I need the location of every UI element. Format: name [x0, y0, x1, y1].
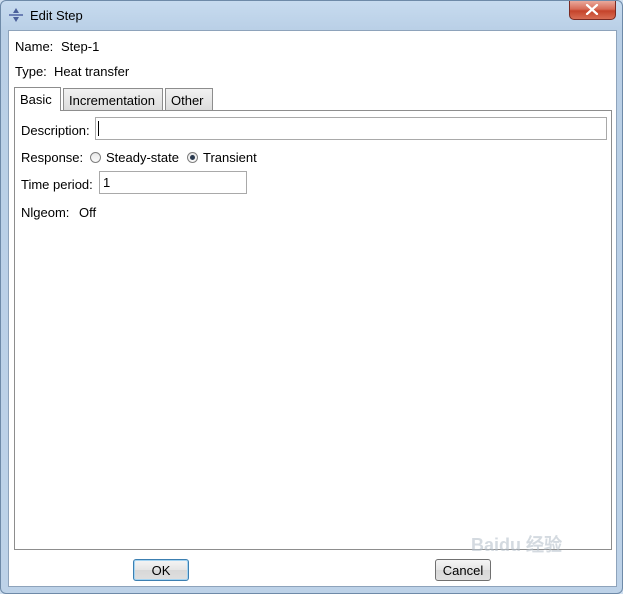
watermark: Baidu 经验 [471, 535, 563, 555]
time-period-label: Time period: [21, 177, 93, 192]
nlgeom-label: Nlgeom: [21, 205, 70, 220]
dialog-body: Name: Step-1 Type: Heat transfer Basic I… [8, 30, 617, 587]
tab-basic[interactable]: Basic [14, 87, 61, 111]
close-icon [585, 4, 599, 15]
name-label: Name: [15, 39, 54, 54]
ok-button[interactable]: OK [133, 559, 189, 581]
app-icon [8, 7, 24, 23]
ok-button-label: OK [151, 563, 171, 578]
edit-step-dialog: Edit Step Name: Step-1 Type: Heat transf… [0, 0, 623, 594]
tab-incrementation-label: Incrementation [69, 93, 155, 108]
response-label: Response: [21, 150, 84, 165]
cancel-button-label: Cancel [442, 563, 484, 578]
title-bar[interactable]: Edit Step [1, 1, 622, 29]
steady-state-radio[interactable] [90, 152, 101, 163]
name-value: Step-1 [61, 39, 100, 54]
text-caret [98, 121, 99, 136]
nlgeom-value: Off [79, 205, 97, 220]
transient-radio[interactable] [187, 152, 198, 163]
description-label: Description: [21, 123, 90, 138]
tab-basic-label: Basic [20, 92, 52, 107]
type-label: Type: [15, 64, 47, 79]
tab-incrementation[interactable]: Incrementation [63, 88, 163, 110]
basic-tab-panel: Description: Response: Steady-state Tran… [14, 110, 612, 550]
description-input[interactable] [95, 117, 607, 140]
time-period-value: 1 [103, 175, 111, 190]
window-title: Edit Step [30, 8, 83, 23]
transient-label[interactable]: Transient [203, 150, 257, 165]
steady-state-label[interactable]: Steady-state [106, 150, 179, 165]
cancel-button[interactable]: Cancel [435, 559, 491, 581]
close-button[interactable] [569, 1, 616, 20]
time-period-input[interactable]: 1 [99, 171, 247, 194]
tab-other[interactable]: Other [165, 88, 213, 110]
tab-other-label: Other [171, 93, 204, 108]
type-value: Heat transfer [54, 64, 130, 79]
